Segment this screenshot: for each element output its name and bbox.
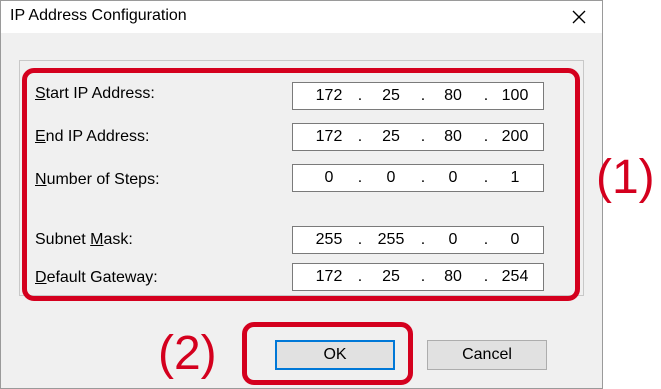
window-title: IP Address Configuration (10, 7, 187, 24)
title-bar: IP Address Configuration (1, 1, 602, 33)
annotation-box-2 (242, 322, 413, 385)
annotation-box-1 (22, 68, 580, 301)
close-icon (572, 10, 586, 24)
cancel-button[interactable]: Cancel (427, 340, 547, 370)
close-button[interactable] (556, 1, 602, 33)
annotation-label-2: (2) (158, 327, 217, 380)
annotation-label-1: (1) (596, 151, 655, 204)
